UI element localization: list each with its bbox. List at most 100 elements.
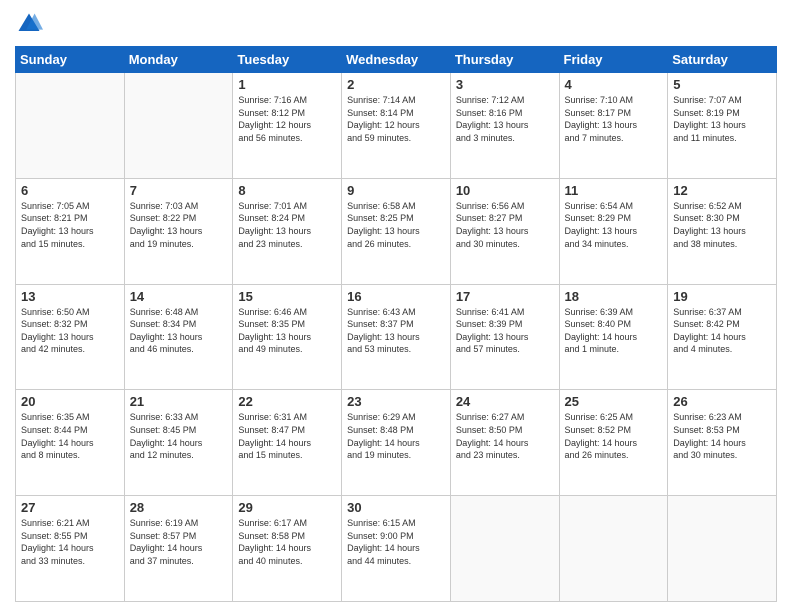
calendar-cell: 28 Sunrise: 6:19 AM Sunset: 8:57 PM Dayli…: [124, 496, 233, 602]
calendar-cell: 29 Sunrise: 6:17 AM Sunset: 8:58 PM Dayli…: [233, 496, 342, 602]
calendar-cell: 9 Sunrise: 6:58 AM Sunset: 8:25 PM Daylig…: [342, 178, 451, 284]
day-number: 28: [130, 500, 228, 515]
calendar-cell: 3 Sunrise: 7:12 AM Sunset: 8:16 PM Daylig…: [450, 73, 559, 179]
day-number: 8: [238, 183, 336, 198]
calendar-cell: 4 Sunrise: 7:10 AM Sunset: 8:17 PM Daylig…: [559, 73, 668, 179]
week-row-3: 13Sunrise: 6:50 AM Sunset: 8:32 PM Dayli…: [16, 284, 777, 390]
calendar-cell: 2 Sunrise: 7:14 AM Sunset: 8:14 PM Daylig…: [342, 73, 451, 179]
weekday-header-sunday: Sunday: [16, 47, 125, 73]
day-number: 23: [347, 394, 445, 409]
day-detail: Sunrise: 7:12 AM Sunset: 8:16 PM Dayligh…: [456, 94, 554, 144]
day-number: 15: [238, 289, 336, 304]
week-row-1: 1Sunrise: 7:16 AM Sunset: 8:12 PM Daylig…: [16, 73, 777, 179]
day-detail: Sunrise: 6:21 AM Sunset: 8:55 PM Dayligh…: [21, 517, 119, 567]
calendar-cell: 17 Sunrise: 6:41 AM Sunset: 8:39 PM Dayli…: [450, 284, 559, 390]
calendar-cell: 22Sunrise: 6:31 AM Sunset: 8:47 PM Dayli…: [233, 390, 342, 496]
calendar-cell: 18 Sunrise: 6:39 AM Sunset: 8:40 PM Dayli…: [559, 284, 668, 390]
weekday-header-tuesday: Tuesday: [233, 47, 342, 73]
calendar-cell: 24 Sunrise: 6:27 AM Sunset: 8:50 PM Dayli…: [450, 390, 559, 496]
day-detail: Sunrise: 7:14 AM Sunset: 8:14 PM Dayligh…: [347, 94, 445, 144]
calendar-cell: 26 Sunrise: 6:23 AM Sunset: 8:53 PM Dayli…: [668, 390, 777, 496]
day-detail: Sunrise: 7:05 AM Sunset: 8:21 PM Dayligh…: [21, 200, 119, 250]
day-detail: Sunrise: 6:31 AM Sunset: 8:47 PM Dayligh…: [238, 411, 336, 461]
weekday-header-thursday: Thursday: [450, 47, 559, 73]
calendar-cell: 15 Sunrise: 6:46 AM Sunset: 8:35 PM Dayli…: [233, 284, 342, 390]
calendar-cell: 16 Sunrise: 6:43 AM Sunset: 8:37 PM Dayli…: [342, 284, 451, 390]
day-number: 13: [21, 289, 119, 304]
calendar-cell: 27 Sunrise: 6:21 AM Sunset: 8:55 PM Dayli…: [16, 496, 125, 602]
day-detail: Sunrise: 6:17 AM Sunset: 8:58 PM Dayligh…: [238, 517, 336, 567]
calendar-cell: 25 Sunrise: 6:25 AM Sunset: 8:52 PM Dayli…: [559, 390, 668, 496]
day-detail: Sunrise: 7:10 AM Sunset: 8:17 PM Dayligh…: [565, 94, 663, 144]
day-detail: Sunrise: 6:29 AM Sunset: 8:48 PM Dayligh…: [347, 411, 445, 461]
day-number: 10: [456, 183, 554, 198]
logo-icon: [15, 10, 43, 38]
day-number: 24: [456, 394, 554, 409]
day-detail: Sunrise: 6:43 AM Sunset: 8:37 PM Dayligh…: [347, 306, 445, 356]
calendar-cell: [668, 496, 777, 602]
calendar-cell: 1Sunrise: 7:16 AM Sunset: 8:12 PM Daylig…: [233, 73, 342, 179]
day-detail: Sunrise: 6:39 AM Sunset: 8:40 PM Dayligh…: [565, 306, 663, 356]
calendar-cell: 10 Sunrise: 6:56 AM Sunset: 8:27 PM Dayli…: [450, 178, 559, 284]
day-number: 7: [130, 183, 228, 198]
week-row-4: 20 Sunrise: 6:35 AM Sunset: 8:44 PM Dayli…: [16, 390, 777, 496]
weekday-header-saturday: Saturday: [668, 47, 777, 73]
day-detail: Sunrise: 7:16 AM Sunset: 8:12 PM Dayligh…: [238, 94, 336, 144]
day-number: 27: [21, 500, 119, 515]
calendar-cell: 23 Sunrise: 6:29 AM Sunset: 8:48 PM Dayli…: [342, 390, 451, 496]
day-detail: Sunrise: 6:41 AM Sunset: 8:39 PM Dayligh…: [456, 306, 554, 356]
day-detail: Sunrise: 6:23 AM Sunset: 8:53 PM Dayligh…: [673, 411, 771, 461]
day-detail: Sunrise: 6:46 AM Sunset: 8:35 PM Dayligh…: [238, 306, 336, 356]
calendar-cell: 19Sunrise: 6:37 AM Sunset: 8:42 PM Dayli…: [668, 284, 777, 390]
calendar-cell: 8 Sunrise: 7:01 AM Sunset: 8:24 PM Daylig…: [233, 178, 342, 284]
day-number: 11: [565, 183, 663, 198]
day-number: 6: [21, 183, 119, 198]
day-number: 5: [673, 77, 771, 92]
day-detail: Sunrise: 6:33 AM Sunset: 8:45 PM Dayligh…: [130, 411, 228, 461]
day-number: 3: [456, 77, 554, 92]
day-detail: Sunrise: 7:01 AM Sunset: 8:24 PM Dayligh…: [238, 200, 336, 250]
day-number: 9: [347, 183, 445, 198]
weekday-header-friday: Friday: [559, 47, 668, 73]
day-detail: Sunrise: 6:58 AM Sunset: 8:25 PM Dayligh…: [347, 200, 445, 250]
day-number: 2: [347, 77, 445, 92]
day-number: 19: [673, 289, 771, 304]
day-detail: Sunrise: 6:56 AM Sunset: 8:27 PM Dayligh…: [456, 200, 554, 250]
day-number: 16: [347, 289, 445, 304]
day-number: 14: [130, 289, 228, 304]
calendar-cell: 5Sunrise: 7:07 AM Sunset: 8:19 PM Daylig…: [668, 73, 777, 179]
day-detail: Sunrise: 6:54 AM Sunset: 8:29 PM Dayligh…: [565, 200, 663, 250]
weekday-header-row: SundayMondayTuesdayWednesdayThursdayFrid…: [16, 47, 777, 73]
week-row-5: 27 Sunrise: 6:21 AM Sunset: 8:55 PM Dayli…: [16, 496, 777, 602]
day-number: 29: [238, 500, 336, 515]
day-detail: Sunrise: 7:03 AM Sunset: 8:22 PM Dayligh…: [130, 200, 228, 250]
page: SundayMondayTuesdayWednesdayThursdayFrid…: [0, 0, 792, 612]
weekday-header-wednesday: Wednesday: [342, 47, 451, 73]
day-detail: Sunrise: 6:25 AM Sunset: 8:52 PM Dayligh…: [565, 411, 663, 461]
calendar-cell: 12 Sunrise: 6:52 AM Sunset: 8:30 PM Dayli…: [668, 178, 777, 284]
day-number: 17: [456, 289, 554, 304]
weekday-header-monday: Monday: [124, 47, 233, 73]
day-number: 21: [130, 394, 228, 409]
day-number: 26: [673, 394, 771, 409]
calendar-cell: 21 Sunrise: 6:33 AM Sunset: 8:45 PM Dayli…: [124, 390, 233, 496]
day-number: 18: [565, 289, 663, 304]
day-detail: Sunrise: 6:52 AM Sunset: 8:30 PM Dayligh…: [673, 200, 771, 250]
day-number: 25: [565, 394, 663, 409]
day-number: 20: [21, 394, 119, 409]
day-detail: Sunrise: 6:48 AM Sunset: 8:34 PM Dayligh…: [130, 306, 228, 356]
week-row-2: 6 Sunrise: 7:05 AM Sunset: 8:21 PM Daylig…: [16, 178, 777, 284]
calendar-cell: 14 Sunrise: 6:48 AM Sunset: 8:34 PM Dayli…: [124, 284, 233, 390]
day-detail: Sunrise: 6:27 AM Sunset: 8:50 PM Dayligh…: [456, 411, 554, 461]
day-detail: Sunrise: 6:19 AM Sunset: 8:57 PM Dayligh…: [130, 517, 228, 567]
day-number: 4: [565, 77, 663, 92]
calendar-cell: [450, 496, 559, 602]
calendar-cell: 6 Sunrise: 7:05 AM Sunset: 8:21 PM Daylig…: [16, 178, 125, 284]
calendar-table: SundayMondayTuesdayWednesdayThursdayFrid…: [15, 46, 777, 602]
calendar-cell: 20 Sunrise: 6:35 AM Sunset: 8:44 PM Dayli…: [16, 390, 125, 496]
calendar-cell: 13Sunrise: 6:50 AM Sunset: 8:32 PM Dayli…: [16, 284, 125, 390]
calendar-cell: [559, 496, 668, 602]
day-number: 12: [673, 183, 771, 198]
calendar-cell: 7 Sunrise: 7:03 AM Sunset: 8:22 PM Daylig…: [124, 178, 233, 284]
day-detail: Sunrise: 6:35 AM Sunset: 8:44 PM Dayligh…: [21, 411, 119, 461]
